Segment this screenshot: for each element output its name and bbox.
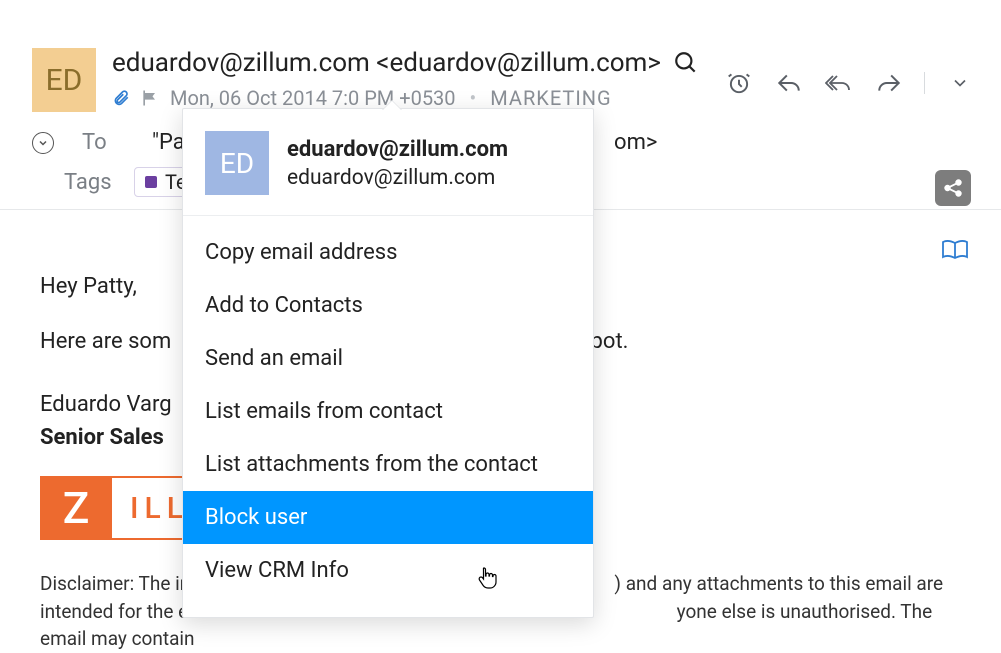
menu-copy-email[interactable]: Copy email address bbox=[183, 226, 593, 279]
popover-contact-email: eduardov@zillum.com bbox=[287, 166, 508, 190]
cursor-pointer-icon bbox=[478, 566, 498, 590]
email-actions bbox=[724, 48, 981, 98]
share-button[interactable] bbox=[935, 170, 971, 206]
email-date: Mon, 06 Oct 2014 7:0 PM +0530 bbox=[170, 86, 456, 110]
to-label: To bbox=[82, 130, 134, 155]
popover-menu: Copy email address Add to Contacts Send … bbox=[183, 216, 593, 617]
popover-header: ED eduardov@zillum.com eduardov@zillum.c… bbox=[183, 109, 593, 216]
email-header: ED eduardov@zillum.com <eduardov@zillum.… bbox=[0, 0, 1001, 112]
tags-label: Tags bbox=[64, 170, 116, 195]
more-actions-icon[interactable] bbox=[945, 68, 975, 98]
menu-add-contacts[interactable]: Add to Contacts bbox=[183, 279, 593, 332]
menu-list-emails[interactable]: List emails from contact bbox=[183, 385, 593, 438]
flag-icon[interactable] bbox=[140, 88, 160, 108]
reply-all-icon[interactable] bbox=[824, 68, 854, 98]
popover-contact-name: eduardov@zillum.com bbox=[287, 137, 508, 162]
menu-block-user[interactable]: Block user bbox=[183, 491, 593, 544]
menu-send-email[interactable]: Send an email bbox=[183, 332, 593, 385]
reply-icon[interactable] bbox=[774, 68, 804, 98]
snooze-icon[interactable] bbox=[724, 68, 754, 98]
action-divider bbox=[924, 72, 925, 94]
forward-icon[interactable] bbox=[874, 68, 904, 98]
email-category: MARKETING bbox=[490, 86, 611, 110]
search-icon[interactable] bbox=[673, 50, 699, 76]
menu-view-crm[interactable]: View CRM Info bbox=[183, 544, 593, 597]
popover-avatar: ED bbox=[205, 131, 269, 195]
menu-list-attachments[interactable]: List attachments from the contact bbox=[183, 438, 593, 491]
reader-view-icon[interactable] bbox=[941, 238, 969, 262]
from-address[interactable]: eduardov@zillum.com <eduardov@zillum.com… bbox=[112, 48, 661, 78]
tag-color-swatch bbox=[145, 176, 157, 188]
logo-mark: Z bbox=[40, 476, 112, 540]
collapse-icon[interactable] bbox=[32, 132, 54, 154]
sender-avatar[interactable]: ED bbox=[32, 48, 96, 112]
attachment-icon[interactable] bbox=[112, 87, 130, 109]
meta-separator: • bbox=[466, 86, 481, 110]
contact-popover: ED eduardov@zillum.com eduardov@zillum.c… bbox=[182, 108, 594, 618]
